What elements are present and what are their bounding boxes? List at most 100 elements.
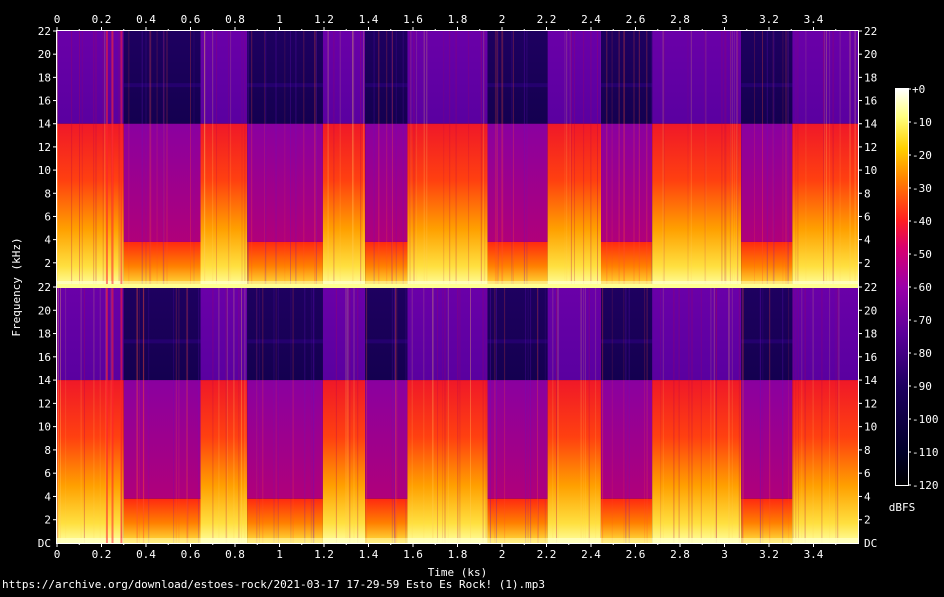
texture-streak [228, 31, 230, 286]
texture-streak [715, 287, 717, 543]
segment-below-cutoff [322, 380, 366, 543]
texture-streak [628, 287, 630, 543]
texture-streak [497, 31, 499, 286]
texture-streak [737, 31, 739, 286]
segment-band [741, 339, 793, 344]
texture-streak [333, 31, 335, 286]
texture-streak [251, 31, 253, 286]
y-tick-label-right: 22 [864, 25, 877, 38]
x-tick-label-bottom: 0 [54, 548, 61, 561]
texture-streak [275, 287, 277, 543]
y-tick-label-right: 8 [864, 444, 871, 457]
y-tick-label-left: 14 [38, 118, 52, 131]
segment-mid [741, 380, 793, 499]
texture-streak [623, 31, 625, 286]
low-frequency-band [123, 538, 201, 543]
texture-streak [396, 287, 398, 543]
texture-streak [118, 31, 120, 286]
texture-streak [732, 31, 734, 286]
texture-streak [426, 31, 428, 286]
segment-mid [741, 123, 793, 242]
texture-streak [754, 31, 755, 286]
segment-above-cutoff [57, 31, 124, 124]
texture-streak [729, 287, 730, 543]
x-tick-label-bottom: 0.4 [136, 548, 156, 561]
y-tick-label-left: 6 [44, 210, 51, 223]
texture-streak [395, 31, 397, 286]
segment-below-cutoff [57, 380, 124, 543]
y-tick-label-right: 20 [864, 48, 877, 61]
segment-above-cutoff [407, 287, 488, 381]
y-tick-label-right: 6 [864, 467, 871, 480]
colorbar-label: dBFS [889, 501, 916, 514]
texture-streak [290, 31, 291, 286]
texture-streak [663, 31, 665, 286]
texture-streak [315, 31, 317, 286]
x-tick-label-bottom: 2 [499, 548, 506, 561]
texture-streak [314, 31, 316, 286]
texture-streak [482, 287, 484, 543]
segment-quiet [365, 287, 408, 543]
segment-mid [123, 123, 201, 242]
x-tick-label-top: 2.8 [670, 13, 690, 26]
texture-streak [618, 31, 620, 286]
low-frequency-band [200, 538, 248, 543]
texture-streak [352, 31, 353, 286]
texture-streak [527, 287, 529, 543]
texture-streak [190, 31, 191, 286]
x-tick-label-top: 0 [54, 13, 61, 26]
segment-low [601, 241, 653, 286]
segment-loud [547, 31, 602, 287]
texture-streak [582, 287, 584, 543]
texture-streak [713, 287, 715, 543]
x-tick-label-bottom: 0.8 [225, 548, 245, 561]
texture-streak [444, 287, 446, 543]
texture-streak [564, 31, 566, 286]
texture-streak [391, 31, 393, 286]
texture-streak [247, 31, 249, 286]
texture-streak [141, 31, 143, 286]
texture-streak [80, 287, 82, 543]
low-frequency-band [365, 538, 408, 543]
texture-streak [489, 287, 491, 543]
spectrogram-figure: 0 0 0.2 0.2 0.4 0.4 0.6 0.6 0.8 0.8 1 1 1.2 1.2 1.4 1.4… [0, 0, 944, 593]
texture-streak [175, 287, 177, 543]
segment-low [123, 498, 201, 543]
texture-streak [849, 31, 851, 286]
texture-streak [590, 31, 592, 286]
segment-above-cutoff [741, 287, 793, 381]
texture-streak [710, 287, 712, 543]
texture-streak [688, 287, 690, 543]
segment-below-cutoff [322, 123, 366, 287]
low-frequency-band [57, 538, 124, 543]
texture-streak [741, 287, 743, 543]
texture-streak [265, 31, 267, 286]
low-frequency-band [652, 538, 742, 543]
texture-streak [262, 287, 264, 543]
segment-quiet [365, 31, 408, 286]
segment-loud [57, 287, 124, 543]
x-tick-label-bottom: 0.2 [92, 548, 112, 561]
y-tick-label-right: 12 [864, 397, 877, 410]
texture-streak [93, 31, 95, 286]
texture-streak [303, 31, 305, 286]
texture-streak [395, 287, 396, 543]
texture-streak [345, 287, 347, 543]
texture-streak [638, 31, 640, 286]
segment-band [123, 339, 201, 344]
y-tick-label-left: 20 [38, 48, 51, 61]
texture-streak [566, 31, 568, 286]
y-axis-title: Frequency (kHz) [10, 237, 23, 336]
texture-streak [854, 31, 856, 286]
texture-streak [423, 31, 425, 286]
texture-streak [212, 287, 214, 543]
texture-streak [264, 31, 266, 286]
y-tick-label-left: 18 [38, 71, 51, 84]
texture-streak [690, 31, 692, 286]
x-tick-label-top: 0.2 [92, 13, 112, 26]
colorbar-tick-label: -110 [912, 446, 939, 459]
texture-streak [782, 31, 784, 286]
low-frequency-band [741, 538, 793, 543]
texture-streak [470, 287, 471, 543]
texture-streak [812, 287, 814, 543]
